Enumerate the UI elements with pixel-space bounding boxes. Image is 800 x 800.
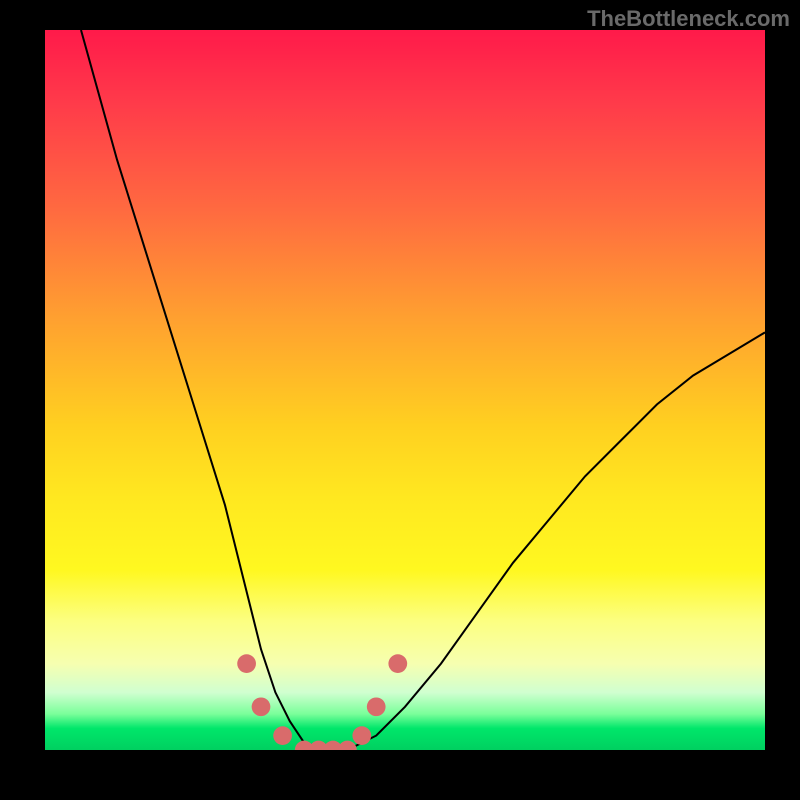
highlight-dot [273,726,292,745]
highlight-dot [237,654,256,673]
highlight-dot [338,741,357,750]
curve-path [81,30,765,750]
chart-canvas [45,30,765,750]
highlight-dot [388,654,407,673]
highlight-dots [237,654,407,750]
highlight-dot [252,697,271,716]
highlight-dot [352,726,371,745]
watermark: TheBottleneck.com [587,6,790,32]
highlight-dot [367,697,386,716]
chart-overlay [45,30,765,750]
